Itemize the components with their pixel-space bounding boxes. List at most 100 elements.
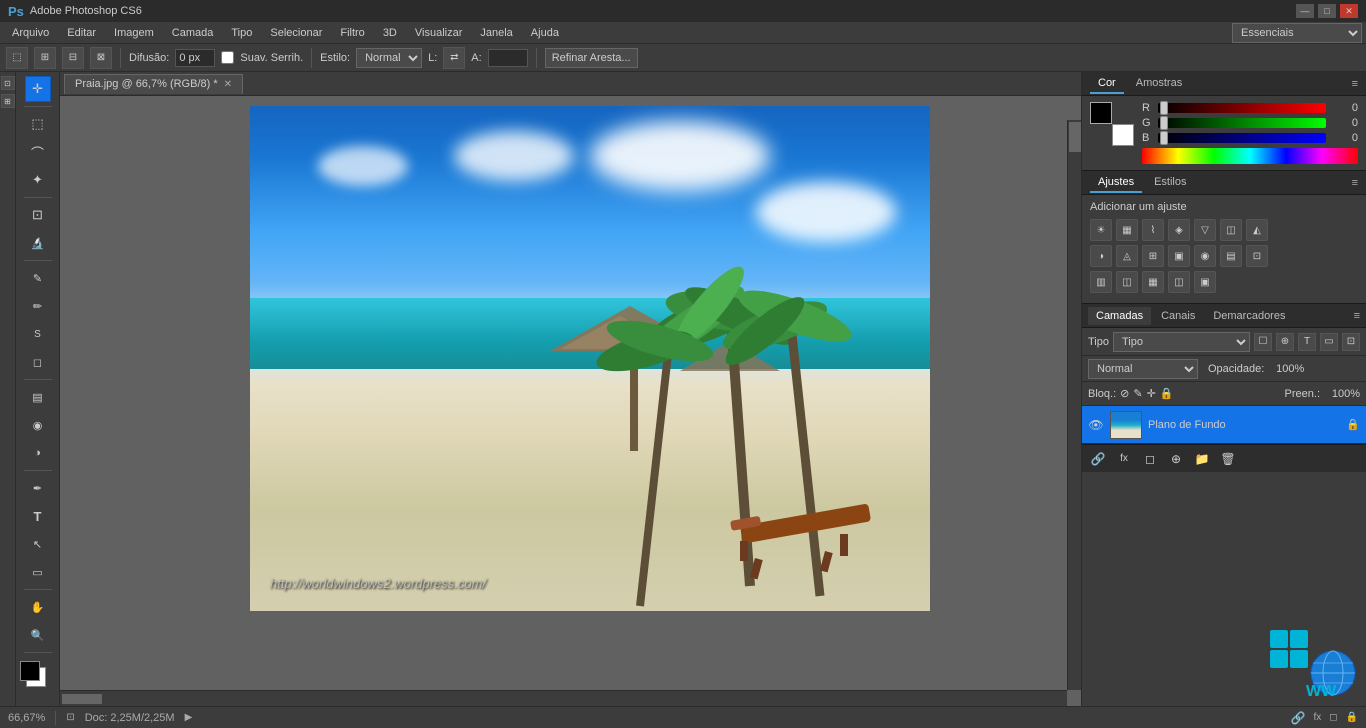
menu-arquivo[interactable]: Arquivo (4, 25, 57, 41)
layer-type-select[interactable]: Tipo (1113, 332, 1250, 352)
workspace-select[interactable]: Essenciais (1232, 23, 1362, 43)
menu-tipo[interactable]: Tipo (223, 25, 260, 41)
v-scrollbar[interactable] (1067, 120, 1081, 690)
fg-color-swatch[interactable] (20, 661, 40, 681)
style-select[interactable]: Normal (356, 48, 422, 68)
status-arrow[interactable]: ▶ (185, 712, 193, 723)
fill-value[interactable]: 100% (1324, 388, 1360, 400)
adj-gradient-map[interactable]: ▥ (1090, 271, 1112, 293)
tab-demarcadores[interactable]: Demarcadores (1205, 307, 1293, 325)
adj-color-balance[interactable]: ◭ (1246, 219, 1268, 241)
tool-magic-wand[interactable]: ✦ (25, 167, 51, 193)
menu-editar[interactable]: Editar (59, 25, 104, 41)
menu-filtro[interactable]: Filtro (332, 25, 372, 41)
close-button[interactable]: ✕ (1340, 4, 1358, 18)
lock-move-icon[interactable]: ✛ (1147, 387, 1156, 400)
menu-3d[interactable]: 3D (375, 25, 405, 41)
menu-selecionar[interactable]: Selecionar (262, 25, 330, 41)
swap-btn[interactable]: ⇄ (443, 47, 465, 69)
tool-zoom[interactable]: 🔍 (25, 622, 51, 648)
adj-color-lookup[interactable]: ▣ (1168, 245, 1190, 267)
tool-option-1[interactable]: ⊡ (1, 76, 15, 90)
layer-visibility-toggle[interactable]: 👁 (1088, 417, 1104, 433)
layers-panel-menu[interactable]: ≡ (1354, 310, 1360, 322)
color-panel-menu[interactable]: ≡ (1352, 78, 1358, 90)
tool-path-select[interactable]: ↖ (25, 531, 51, 557)
delete-layer-btn[interactable]: 🗑 (1218, 449, 1238, 469)
status-fx-icon[interactable]: fx (1313, 712, 1321, 723)
tool-clone[interactable]: S (25, 321, 51, 347)
window-controls[interactable]: — □ ✕ (1296, 4, 1358, 18)
adj-extra3[interactable]: ▣ (1194, 271, 1216, 293)
tool-crop[interactable]: ⊡ (25, 202, 51, 228)
v-scroll-thumb[interactable] (1069, 122, 1081, 152)
adj-panel-menu[interactable]: ≡ (1352, 177, 1358, 189)
h-scrollbar[interactable] (60, 690, 1067, 706)
adj-hsl[interactable]: ◫ (1220, 219, 1242, 241)
add-adjustment-btn[interactable]: ⊕ (1166, 449, 1186, 469)
menu-janela[interactable]: Janela (472, 25, 520, 41)
minimize-button[interactable]: — (1296, 4, 1314, 18)
adj-extra2[interactable]: ◫ (1168, 271, 1190, 293)
tool-gradient[interactable]: ▤ (25, 384, 51, 410)
tool-shape[interactable]: ▭ (25, 559, 51, 585)
adj-vibrance[interactable]: ▽ (1194, 219, 1216, 241)
tab-canais[interactable]: Canais (1153, 307, 1203, 325)
canvas-scroll-area[interactable]: http://worldwindows2.wordpress.com/ (60, 96, 1081, 706)
tool-eraser[interactable]: ◻ (25, 349, 51, 375)
adj-invert[interactable]: ◉ (1194, 245, 1216, 267)
tool-move[interactable]: ✛ (25, 76, 51, 102)
adj-selective-color[interactable]: ◫ (1116, 271, 1138, 293)
adj-posterize[interactable]: ▤ (1220, 245, 1242, 267)
tab-amostras[interactable]: Amostras (1128, 74, 1190, 94)
lock-transparent-icon[interactable]: ⊘ (1120, 387, 1129, 400)
new-selection-btn[interactable]: ⬚ (6, 47, 28, 69)
document-tab[interactable]: Praia.jpg @ 66,7% (RGB/8) * ✕ (64, 74, 243, 94)
adj-bw[interactable]: ◑ (1090, 245, 1112, 267)
tab-cor[interactable]: Cor (1090, 74, 1124, 94)
layer-filter-btn5[interactable]: ⊡ (1342, 333, 1360, 351)
lock-paint-icon[interactable]: ✎ (1133, 387, 1142, 400)
status-icon[interactable]: ⊡ (66, 712, 74, 723)
adj-threshold[interactable]: ⊡ (1246, 245, 1268, 267)
adj-brightness[interactable]: ☀ (1090, 219, 1112, 241)
tab-close-button[interactable]: ✕ (224, 79, 232, 90)
menu-camada[interactable]: Camada (164, 25, 222, 41)
new-group-btn[interactable]: 📁 (1192, 449, 1212, 469)
a-input[interactable] (488, 49, 528, 67)
antialias-checkbox[interactable] (221, 51, 234, 64)
tool-spot-heal[interactable]: ✎ (25, 265, 51, 291)
tool-option-2[interactable]: ⊞ (1, 94, 15, 108)
menu-imagem[interactable]: Imagem (106, 25, 162, 41)
status-link-icon[interactable]: 🔗 (1291, 711, 1306, 725)
menu-visualizar[interactable]: Visualizar (407, 25, 471, 41)
h-scroll-thumb[interactable] (62, 694, 102, 704)
adj-curves[interactable]: ⌇ (1142, 219, 1164, 241)
layer-filter-btn1[interactable]: ☐ (1254, 333, 1272, 351)
tab-camadas[interactable]: Camadas (1088, 307, 1151, 325)
tool-dodge[interactable]: ◑ (25, 440, 51, 466)
r-slider[interactable] (1158, 103, 1326, 113)
tool-hand[interactable]: ✋ (25, 594, 51, 620)
lock-all-icon[interactable]: 🔒 (1160, 387, 1174, 400)
tool-pen[interactable]: ✒ (25, 475, 51, 501)
subtract-selection-btn[interactable]: ⊟ (62, 47, 84, 69)
b-slider[interactable] (1158, 133, 1326, 143)
tool-blur[interactable]: ◉ (25, 412, 51, 438)
layer-filter-btn3[interactable]: T (1298, 333, 1316, 351)
status-mask-icon[interactable]: ◻ (1329, 712, 1337, 723)
blend-mode-select[interactable]: Normal (1088, 359, 1198, 379)
add-mask-btn[interactable]: ◻ (1140, 449, 1160, 469)
refine-edge-button[interactable]: Refinar Aresta... (545, 48, 638, 68)
diffusion-input[interactable] (175, 49, 215, 67)
layer-filter-btn2[interactable]: ⊕ (1276, 333, 1294, 351)
tab-ajustes[interactable]: Ajustes (1090, 173, 1142, 193)
add-selection-btn[interactable]: ⊞ (34, 47, 56, 69)
layer-effects-btn[interactable]: fx (1114, 449, 1134, 469)
tool-brush[interactable]: ✏ (25, 293, 51, 319)
adj-extra1[interactable]: ▦ (1142, 271, 1164, 293)
intersect-selection-btn[interactable]: ⊠ (90, 47, 112, 69)
bg-color-box[interactable] (1112, 124, 1134, 146)
adj-channel-mixer[interactable]: ⊞ (1142, 245, 1164, 267)
color-spectrum[interactable] (1142, 148, 1358, 164)
